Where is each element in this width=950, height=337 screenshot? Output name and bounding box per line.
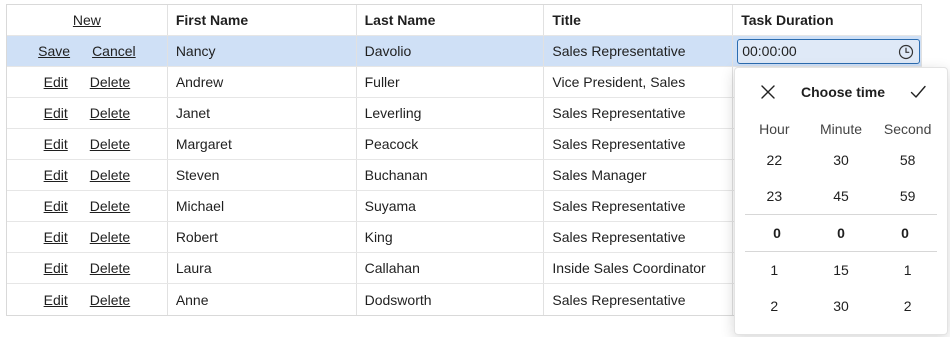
delete-link[interactable]: Delete <box>90 229 130 245</box>
second-option-selected[interactable]: 0 <box>873 225 937 241</box>
task-duration-input[interactable]: 00:00:00 <box>737 38 921 64</box>
edit-link[interactable]: Edit <box>44 292 68 308</box>
hour-option-selected[interactable]: 0 <box>745 225 809 241</box>
cell-first-name: Michael <box>168 191 357 221</box>
cell-last-name: Dodsworth <box>357 284 545 315</box>
cell-title: Inside Sales Coordinator <box>544 253 734 283</box>
command-cell: Edit Delete <box>7 98 168 128</box>
time-option-row: 2 30 2 <box>735 288 947 324</box>
cancel-link[interactable]: Cancel <box>92 43 136 59</box>
cell-title: Sales Representative <box>544 129 734 159</box>
time-option-row: 22 30 58 <box>735 142 947 178</box>
header-command-cell: New <box>7 5 168 35</box>
second-option[interactable]: 2 <box>876 298 940 314</box>
time-picker-header: Choose time <box>735 68 947 116</box>
second-option[interactable]: 59 <box>876 188 940 204</box>
cell-first-name: Steven <box>168 160 357 190</box>
header-row: New First Name Last Name Title Task Dura… <box>7 5 922 36</box>
edit-link[interactable]: Edit <box>44 260 68 276</box>
cell-first-name: Robert <box>168 222 357 252</box>
minute-option-selected[interactable]: 0 <box>809 225 873 241</box>
time-picker-column-headers: Hour Minute Second <box>735 116 947 142</box>
time-option-row-selected: 0 0 0 <box>745 214 937 252</box>
time-picker-flyout: Choose time Hour Minute Second 22 30 58 … <box>734 67 948 335</box>
cell-first-name: Nancy <box>168 36 357 66</box>
hour-option[interactable]: 22 <box>742 152 806 168</box>
clock-icon[interactable] <box>898 44 914 60</box>
cell-last-name: Fuller <box>357 67 545 97</box>
hour-column-label: Hour <box>759 121 790 137</box>
delete-link[interactable]: Delete <box>90 198 130 214</box>
cell-first-name: Andrew <box>168 67 357 97</box>
close-icon[interactable] <box>759 83 777 101</box>
command-cell: Edit Delete <box>7 284 168 315</box>
minute-column-label: Minute <box>819 121 862 137</box>
cell-first-name: Anne <box>168 284 357 315</box>
task-duration-value: 00:00:00 <box>742 43 797 59</box>
delete-link[interactable]: Delete <box>90 167 130 183</box>
second-column-label: Second <box>883 121 932 137</box>
edit-link[interactable]: Edit <box>44 167 68 183</box>
time-picker-title: Choose time <box>800 84 885 100</box>
command-cell: Edit Delete <box>7 160 168 190</box>
cell-first-name: Margaret <box>168 129 357 159</box>
column-header-task-duration[interactable]: Task Duration <box>733 5 922 35</box>
cell-last-name: King <box>357 222 545 252</box>
cell-title: Sales Representative <box>544 222 734 252</box>
edit-link[interactable]: Edit <box>44 74 68 90</box>
hour-option[interactable]: 2 <box>742 298 806 314</box>
save-link[interactable]: Save <box>38 43 70 59</box>
editing-row: Save Cancel Nancy Davolio Sales Represen… <box>7 36 922 67</box>
column-header-title[interactable]: Title <box>544 5 734 35</box>
command-cell: Edit Delete <box>7 67 168 97</box>
minute-option[interactable]: 45 <box>809 188 873 204</box>
second-option[interactable]: 1 <box>876 262 940 278</box>
cell-title: Sales Manager <box>544 160 734 190</box>
cell-title: Sales Representative <box>544 36 734 66</box>
command-cell: Edit Delete <box>7 191 168 221</box>
minute-option[interactable]: 15 <box>809 262 873 278</box>
minute-option[interactable]: 30 <box>809 152 873 168</box>
edit-link[interactable]: Edit <box>44 198 68 214</box>
cell-last-name: Suyama <box>357 191 545 221</box>
edit-link[interactable]: Edit <box>44 136 68 152</box>
cell-title: Sales Representative <box>544 191 734 221</box>
cell-last-name: Buchanan <box>357 160 545 190</box>
edit-link[interactable]: Edit <box>44 229 68 245</box>
cell-first-name: Laura <box>168 253 357 283</box>
column-header-last-name[interactable]: Last Name <box>357 5 545 35</box>
hour-option[interactable]: 1 <box>742 262 806 278</box>
hour-option[interactable]: 23 <box>742 188 806 204</box>
delete-link[interactable]: Delete <box>90 292 130 308</box>
cell-first-name: Janet <box>168 98 357 128</box>
edit-link[interactable]: Edit <box>44 105 68 121</box>
command-cell: Edit Delete <box>7 129 168 159</box>
time-option-row: 1 15 1 <box>735 252 947 288</box>
command-cell: Edit Delete <box>7 222 168 252</box>
cell-title: Sales Representative <box>544 284 734 315</box>
second-option[interactable]: 58 <box>876 152 940 168</box>
cell-title: Vice President, Sales <box>544 67 734 97</box>
delete-link[interactable]: Delete <box>90 105 130 121</box>
time-option-row: 23 45 59 <box>735 178 947 214</box>
command-cell: Edit Delete <box>7 253 168 283</box>
delete-link[interactable]: Delete <box>90 260 130 276</box>
cell-last-name: Leverling <box>357 98 545 128</box>
delete-link[interactable]: Delete <box>90 136 130 152</box>
column-header-first-name[interactable]: First Name <box>168 5 357 35</box>
checkmark-icon[interactable] <box>909 83 927 101</box>
cell-task-duration: 00:00:00 <box>733 36 922 66</box>
cell-last-name: Callahan <box>357 253 545 283</box>
new-link[interactable]: New <box>73 12 101 28</box>
cell-last-name: Davolio <box>357 36 545 66</box>
cell-title: Sales Representative <box>544 98 734 128</box>
minute-option[interactable]: 30 <box>809 298 873 314</box>
cell-last-name: Peacock <box>357 129 545 159</box>
command-cell: Save Cancel <box>7 36 168 66</box>
delete-link[interactable]: Delete <box>90 74 130 90</box>
